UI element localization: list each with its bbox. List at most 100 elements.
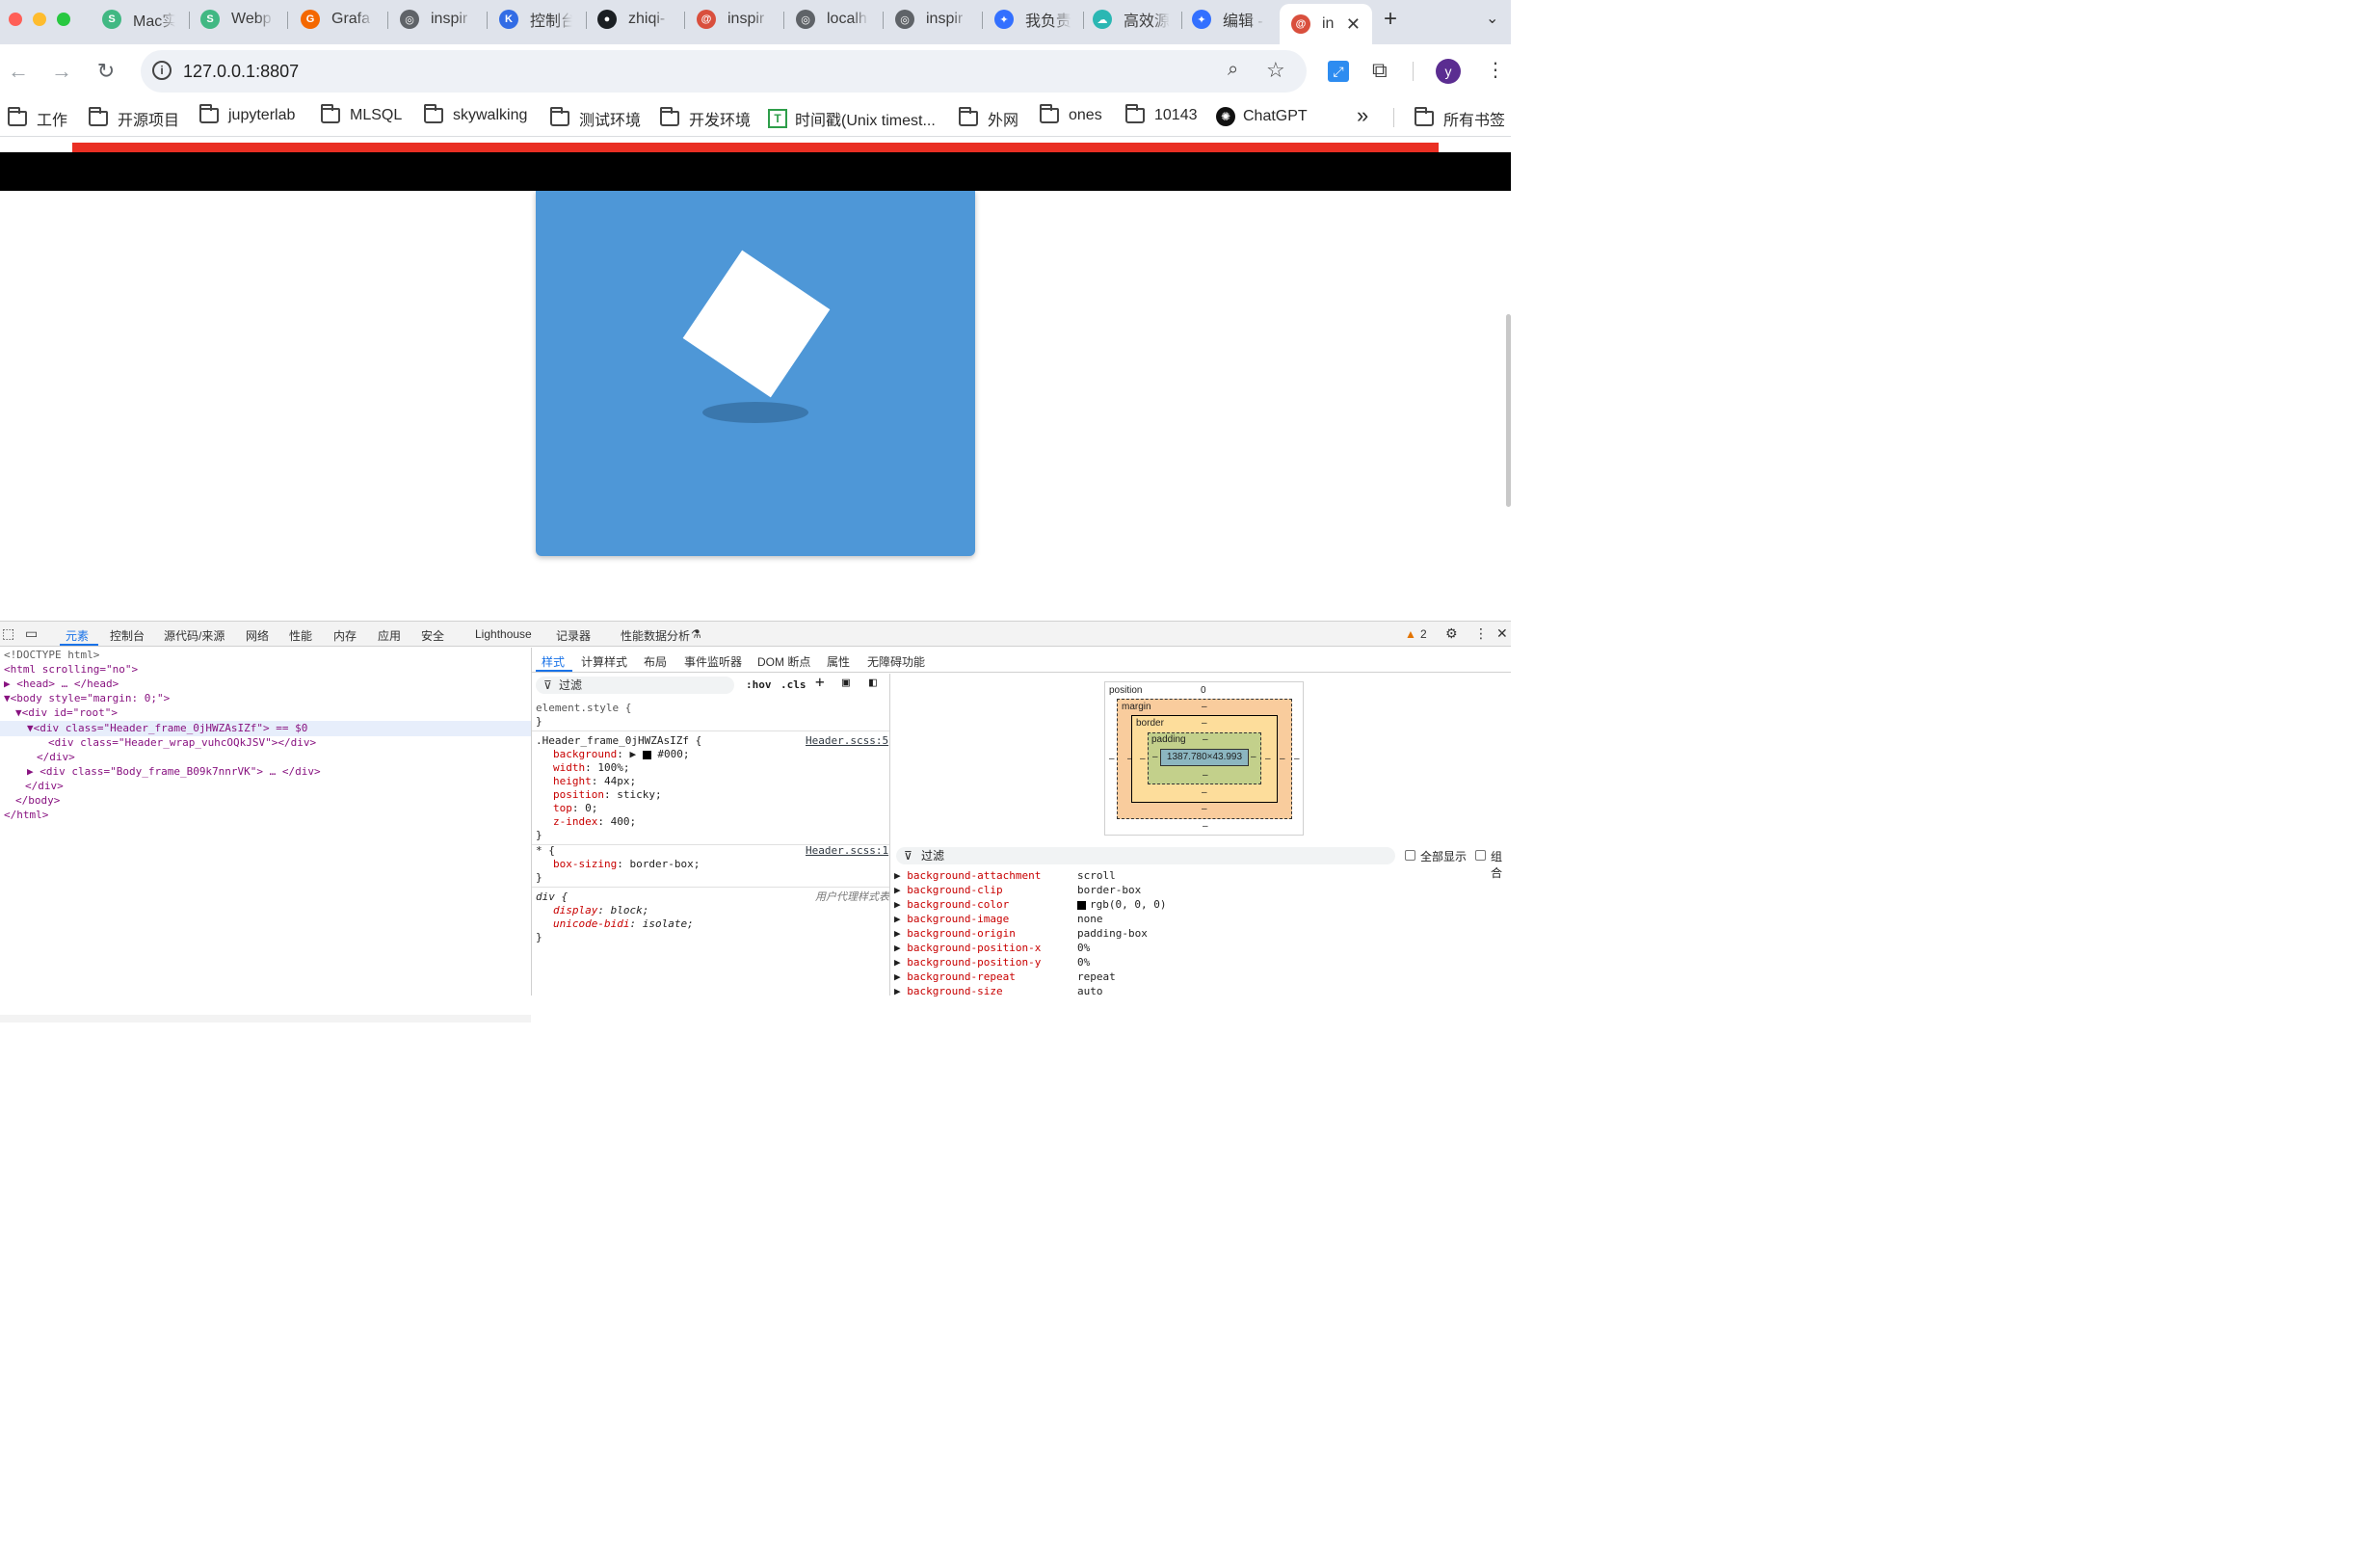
dom-node[interactable]: </div> — [25, 779, 64, 793]
css-property[interactable]: background: ▶ #000; — [553, 748, 689, 761]
tab-search-icon[interactable]: ⌄ — [1486, 9, 1498, 28]
bookmark-page[interactable]: ✺ ChatGPT — [1216, 107, 1308, 126]
tab-console[interactable]: 控制台 — [110, 627, 145, 644]
group-checkbox[interactable] — [1475, 850, 1486, 861]
minimize-window-button[interactable] — [33, 13, 46, 26]
hov-toggle[interactable]: :hov — [746, 678, 772, 692]
browser-tab[interactable]: ◎ inspir — [895, 0, 982, 39]
bookmark-page[interactable]: T 时间戳(Unix timest... — [768, 107, 936, 130]
browser-tab[interactable]: S Webp — [200, 0, 287, 39]
styles-filter-input[interactable]: ⊽ 过滤 — [536, 677, 734, 694]
browser-tab[interactable]: ✦ 编辑 - — [1192, 0, 1273, 39]
css-property[interactable]: width: 100%; — [553, 761, 630, 775]
tab-computed[interactable]: 计算样式 — [581, 653, 627, 670]
settings-gear-icon[interactable]: ⚙ — [1445, 625, 1458, 642]
cls-toggle[interactable]: .cls — [780, 678, 807, 692]
browser-tab[interactable]: G Grafa — [301, 0, 387, 39]
computed-property[interactable]: ▶ background-origin — [894, 926, 1016, 941]
browser-tab[interactable]: @ inspir — [697, 0, 783, 39]
bookmark-star-icon[interactable]: ☆ — [1266, 58, 1285, 83]
tab-dom-breakpoints[interactable]: DOM 断点 — [757, 653, 810, 670]
all-bookmarks-button[interactable]: 所有书签 — [1415, 107, 1505, 130]
close-devtools-icon[interactable]: ✕ — [1496, 625, 1508, 642]
address-bar[interactable]: i 127.0.0.1:8807 ⌕ ☆ — [141, 50, 1307, 93]
tab-elements[interactable]: 元素 — [66, 627, 89, 644]
bookmark-folder[interactable]: ones — [1040, 104, 1102, 124]
tab-sources[interactable]: 源代码/来源 — [164, 627, 225, 644]
bookmark-folder[interactable]: 10143 — [1125, 104, 1198, 124]
tab-application[interactable]: 应用 — [378, 627, 401, 644]
close-tab-icon[interactable]: ✕ — [1346, 14, 1361, 35]
new-tab-button[interactable]: + — [1384, 6, 1397, 33]
bookmark-folder[interactable]: skywalking — [424, 104, 527, 124]
bookmark-folder[interactable]: 开发环境 — [660, 107, 751, 130]
dom-node[interactable]: ▼<body style="margin: 0;"> — [4, 691, 170, 705]
inspect-element-icon[interactable]: ⬚ — [2, 625, 14, 642]
browser-tab[interactable]: ✦ 我负责 — [994, 0, 1083, 39]
tab-security[interactable]: 安全 — [421, 627, 444, 644]
bookmark-folder[interactable]: jupyterlab — [199, 104, 295, 124]
computed-property[interactable]: ▶ background-repeat — [894, 969, 1016, 984]
dom-node[interactable]: </body> — [15, 793, 60, 808]
extension-icon[interactable]: ⤢ — [1328, 61, 1349, 82]
tab-memory[interactable]: 内存 — [333, 627, 357, 644]
tab-network[interactable]: 网络 — [246, 627, 269, 644]
browser-tab[interactable]: ☁ 高效源 — [1093, 0, 1181, 39]
browser-tab[interactable]: S Mac实 — [102, 0, 189, 39]
zoom-window-button[interactable] — [57, 13, 70, 26]
color-swatch[interactable] — [642, 750, 651, 759]
show-all-checkbox[interactable] — [1405, 850, 1415, 861]
dom-node[interactable]: ▼<div id="root"> — [15, 705, 118, 720]
paint-icon[interactable]: ▣ — [842, 677, 850, 690]
back-button[interactable]: ← — [3, 56, 34, 87]
reload-button[interactable]: ↻ — [91, 56, 121, 87]
computed-property[interactable]: ▶ background-color — [894, 897, 1009, 912]
css-property[interactable]: height: 44px; — [553, 775, 636, 788]
sidebar-toggle-icon[interactable]: ◧ — [869, 677, 877, 690]
dom-node[interactable]: <html scrolling="no"> — [4, 662, 138, 677]
menu-kebab-icon[interactable]: ⋮ — [1486, 58, 1505, 82]
bookmark-folder[interactable]: 工作 — [8, 107, 67, 130]
dom-node-selected[interactable]: ▼<div class="Header_frame_0jHWZAsIZf"> =… — [27, 721, 307, 735]
tab-styles[interactable]: 样式 — [542, 653, 565, 670]
css-property[interactable]: z-index: 400; — [553, 815, 636, 829]
zoom-icon[interactable]: ⌕ — [1228, 59, 1238, 81]
browser-tab[interactable]: ◎ inspir — [400, 0, 487, 39]
bookmark-folder[interactable]: 测试环境 — [550, 107, 641, 130]
dom-node[interactable]: </div> — [37, 750, 75, 764]
header-rule-source-link[interactable]: Header.scss:5 — [806, 734, 888, 748]
bookmark-folder[interactable]: 开源项目 — [89, 107, 179, 130]
browser-tab[interactable]: K 控制台 — [499, 0, 586, 39]
computed-property[interactable]: ▶ background-image — [894, 912, 1009, 926]
dom-node[interactable]: <div class="Header_wrap_vuhcOQkJSV"></di… — [48, 735, 316, 750]
site-info-icon[interactable]: i — [152, 61, 172, 80]
warning-icon[interactable]: ▲ — [1405, 627, 1416, 641]
computed-property[interactable]: ▶ background-size — [894, 984, 1003, 998]
active-browser-tab[interactable]: @ in ✕ — [1280, 4, 1372, 44]
url-text[interactable]: 127.0.0.1:8807 — [183, 62, 299, 82]
forward-button[interactable]: → — [46, 56, 77, 87]
more-options-icon[interactable]: ⋮ — [1474, 625, 1488, 642]
dom-node[interactable]: <!DOCTYPE html> — [4, 648, 99, 662]
dom-node[interactable]: ▶ <div class="Body_frame_B09k7nnrVK"> … … — [27, 764, 321, 779]
dom-node[interactable]: ▶ <head> … </head> — [4, 677, 119, 691]
computed-property[interactable]: ▶ background-clip — [894, 883, 1003, 897]
browser-tab[interactable]: ◎ localh — [796, 0, 883, 39]
tab-recorder[interactable]: 记录器 — [556, 627, 591, 644]
computed-property[interactable]: ▶ background-attachment — [894, 868, 1041, 883]
bookmarks-overflow-button[interactable]: » — [1357, 103, 1368, 128]
computed-filter-input[interactable]: ⊽ 过滤 — [896, 847, 1395, 864]
tab-performance[interactable]: 性能 — [289, 627, 312, 644]
warnings-count[interactable]: 2 — [1420, 627, 1427, 641]
tab-event-listeners[interactable]: 事件监听器 — [684, 653, 742, 670]
bookmark-folder[interactable]: 外网 — [959, 107, 1018, 130]
star-rule-source-link[interactable]: Header.scss:1 — [806, 844, 888, 858]
close-window-button[interactable] — [9, 13, 22, 26]
dom-node[interactable]: </html> — [4, 808, 48, 822]
new-rule-icon[interactable]: + — [815, 675, 825, 690]
computed-property[interactable]: ▶ background-position-x — [894, 941, 1041, 955]
page-scrollbar[interactable] — [1506, 314, 1511, 507]
tab-lighthouse[interactable]: Lighthouse — [475, 627, 532, 641]
color-swatch[interactable] — [1077, 900, 1086, 910]
css-property[interactable]: position: sticky; — [553, 788, 662, 802]
